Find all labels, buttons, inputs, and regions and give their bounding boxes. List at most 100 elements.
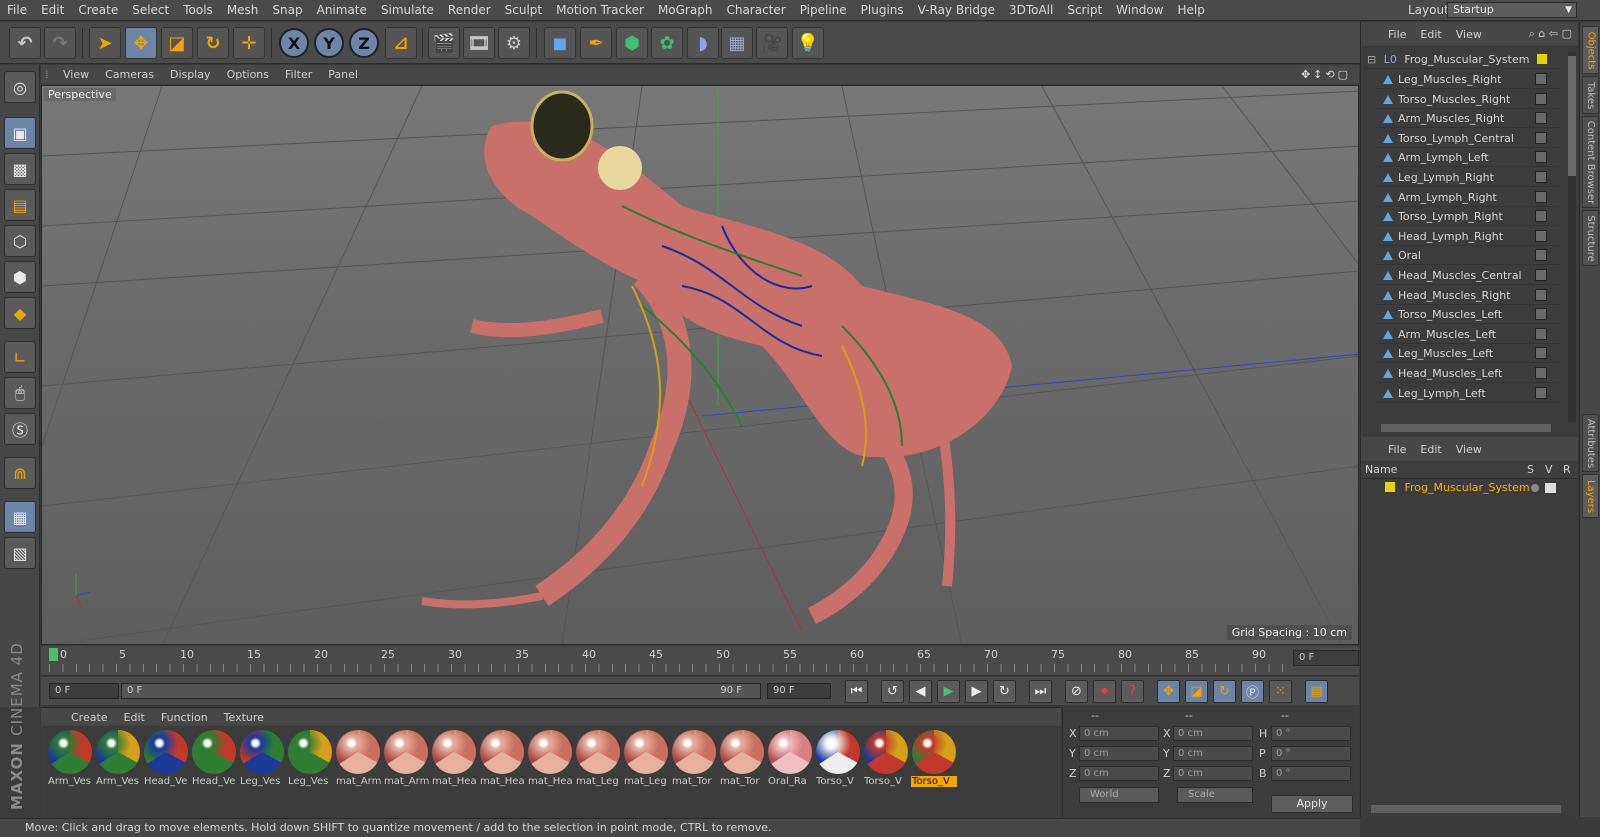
object-menu-file[interactable]: File — [1381, 28, 1413, 41]
layer-row[interactable]: Frog_Muscular_System — [1361, 479, 1578, 497]
redo-button[interactable]: ↷ — [44, 27, 76, 59]
viewport-menu-cameras[interactable]: Cameras — [97, 68, 162, 81]
key-parameter-button[interactable]: Ⓟ — [1241, 680, 1264, 703]
x-axis-button[interactable]: X — [279, 28, 309, 58]
apply-button[interactable]: Apply — [1271, 795, 1353, 813]
texture-mode-button[interactable]: ▩ — [4, 153, 36, 185]
previous-frame-button[interactable]: ◀ — [909, 680, 932, 703]
object-row[interactable]: Arm_Lymph_Left — [1375, 148, 1561, 168]
next-frame-button[interactable]: ▶ — [965, 680, 988, 703]
visibility-toggle[interactable] — [1535, 73, 1547, 85]
visibility-toggle[interactable] — [1535, 386, 1547, 399]
menu-snap[interactable]: Snap — [265, 3, 309, 17]
object-row[interactable]: Leg_Lymph_Right — [1375, 168, 1561, 187]
camera-button[interactable]: 🎥 — [756, 27, 788, 59]
visibility-toggle[interactable] — [1535, 288, 1547, 301]
rotation-b-field[interactable]: 0 ° — [1271, 766, 1351, 781]
material-swatch[interactable]: mat_Arm — [335, 730, 381, 790]
material-swatch[interactable]: Torso_V — [863, 730, 909, 790]
object-row[interactable]: Torso_Lymph_Central — [1375, 129, 1561, 148]
visibility-toggle[interactable] — [1535, 229, 1547, 242]
scale-tool-button[interactable]: ◪ — [161, 27, 193, 59]
tab-attributes[interactable]: Attributes — [1582, 414, 1599, 472]
coordinate-mode-select[interactable]: World — [1079, 787, 1159, 803]
menu-script[interactable]: Script — [1060, 3, 1109, 17]
visibility-eye-icon[interactable] — [1545, 483, 1556, 493]
menu-file[interactable]: File — [0, 3, 34, 17]
object-row[interactable]: Torso_Muscles_Right — [1375, 90, 1561, 109]
menu-edit[interactable]: Edit — [34, 3, 71, 17]
deformer-button[interactable]: ◗ — [687, 27, 719, 59]
material-swatch[interactable]: Arm_Ves — [47, 730, 93, 790]
key-position-button[interactable]: ✥ — [1157, 680, 1180, 703]
material-swatch[interactable]: mat_Hea — [479, 730, 525, 790]
object-row[interactable]: Oral — [1375, 246, 1561, 266]
subdivision-button[interactable]: ⬢ — [616, 27, 648, 59]
record-disabled-button[interactable]: ⊘ — [1065, 680, 1088, 703]
menu-3dtoall[interactable]: 3DToAll — [1002, 3, 1060, 17]
play-button[interactable]: ▶ — [937, 680, 960, 703]
object-row[interactable]: Head_Muscles_Right — [1375, 286, 1561, 305]
menu-window[interactable]: Window — [1109, 3, 1170, 17]
menu-render[interactable]: Render — [441, 3, 498, 17]
model-mode-button[interactable]: ▣ — [4, 117, 36, 149]
material-swatch[interactable]: mat_Leg — [575, 730, 621, 790]
render-picture-viewer-button[interactable]: 🎞 — [463, 27, 495, 59]
object-row[interactable]: Arm_Lymph_Right — [1375, 188, 1561, 207]
tweak-mode-button[interactable]: 🖱 — [4, 377, 36, 409]
undo-button[interactable]: ↶ — [9, 27, 41, 59]
polygons-mode-button[interactable]: ◆ — [4, 297, 36, 329]
layer-menu-file[interactable]: File — [1381, 443, 1413, 456]
menu-pipeline[interactable]: Pipeline — [793, 3, 854, 17]
material-swatch[interactable]: mat_Tor — [719, 730, 765, 790]
move-tool-button[interactable]: ✥ — [125, 27, 157, 59]
render-settings-button[interactable]: ⚙ — [498, 27, 530, 59]
material-swatch[interactable]: Torso_V — [911, 730, 957, 790]
material-swatch[interactable]: mat_Tor — [671, 730, 717, 790]
make-editable-button[interactable]: ◎ — [4, 71, 36, 103]
tab-takes[interactable]: Takes — [1582, 76, 1599, 114]
layout-select[interactable]: Startup ▼ — [1447, 2, 1577, 18]
material-swatch[interactable]: Head_Ve — [191, 730, 237, 790]
3d-viewport[interactable]: Perspective Grid Spacing : 10 cm — [41, 85, 1359, 645]
workplane-lock-button[interactable]: ▦ — [4, 501, 36, 533]
menu-mesh[interactable]: Mesh — [220, 3, 266, 17]
light-button[interactable]: 💡 — [792, 27, 824, 59]
key-scale-button[interactable]: ◪ — [1185, 680, 1208, 703]
material-menu-function[interactable]: Function — [153, 711, 216, 724]
menu-tools[interactable]: Tools — [176, 3, 220, 17]
timeline-window-button[interactable]: ▤ — [1305, 680, 1328, 703]
material-swatch[interactable]: Arm_Ves — [95, 730, 141, 790]
current-frame-input[interactable]: 0 F — [49, 683, 119, 699]
visibility-toggle[interactable] — [1535, 308, 1547, 321]
visibility-toggle[interactable] — [1535, 210, 1547, 223]
rotation-p-field[interactable]: 0 ° — [1271, 746, 1351, 761]
position-x-field[interactable]: 0 cm — [1079, 726, 1159, 741]
material-swatch[interactable]: mat_Arm — [383, 730, 429, 790]
floor-button[interactable]: ▦ — [721, 27, 753, 59]
menu-create[interactable]: Create — [71, 3, 125, 17]
rotate-tool-button[interactable]: ↻ — [197, 27, 229, 59]
material-swatch[interactable]: mat_Leg — [623, 730, 669, 790]
visibility-toggle[interactable] — [1535, 171, 1547, 183]
max-frame-input[interactable]: 90 F — [767, 683, 831, 699]
visibility-toggle[interactable] — [1535, 92, 1547, 105]
visibility-toggle[interactable] — [1535, 151, 1547, 164]
tab-layers[interactable]: Layers — [1582, 474, 1599, 518]
visibility-toggle[interactable] — [1535, 327, 1547, 340]
cube-button[interactable]: ◼ — [544, 27, 576, 59]
object-row[interactable]: Leg_Lymph_Left — [1375, 384, 1561, 403]
preview-range-slider[interactable]: 0 F 90 F — [121, 683, 761, 699]
visibility-toggle[interactable] — [1535, 347, 1547, 360]
object-row[interactable]: Leg_Muscles_Left — [1375, 344, 1561, 364]
size-mode-select[interactable]: Scale — [1177, 787, 1253, 803]
material-menu-create[interactable]: Create — [63, 711, 116, 724]
menu-sculpt[interactable]: Sculpt — [498, 3, 549, 17]
edges-mode-button[interactable]: ⬢ — [4, 261, 36, 293]
go-to-start-button[interactable]: ⏮ — [845, 680, 868, 703]
viewport-menu-view[interactable]: View — [55, 68, 97, 81]
menu-motion-tracker[interactable]: Motion Tracker — [549, 3, 651, 17]
object-search-icons[interactable]: ⌕ ⌂ ⇦ ▢ — [1529, 27, 1578, 41]
object-horizontal-scrollbar[interactable] — [1381, 424, 1551, 432]
record-button[interactable]: ⏺ — [1093, 680, 1116, 703]
